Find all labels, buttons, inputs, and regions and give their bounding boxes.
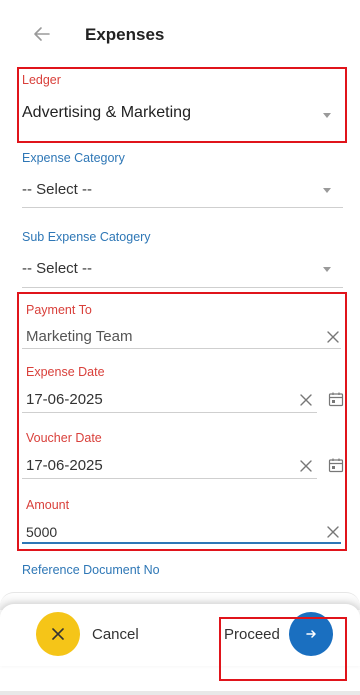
clear-icon[interactable]: [299, 393, 313, 407]
sub-expense-category-value: -- Select --: [22, 260, 93, 277]
proceed-circle: [289, 612, 333, 656]
amount-field[interactable]: Amount 5000: [22, 495, 343, 545]
expense-date-input[interactable]: 17-06-2025: [26, 391, 103, 408]
sub-expense-category-label: Sub Expense Catogery: [22, 230, 151, 244]
chevron-down-icon: [323, 113, 331, 118]
expense-date-label: Expense Date: [26, 365, 105, 379]
ledger-label: Ledger: [22, 73, 61, 87]
clear-icon[interactable]: [299, 459, 313, 473]
expense-date-field[interactable]: Expense Date 17-06-2025: [22, 362, 344, 414]
voucher-date-label: Voucher Date: [26, 431, 102, 445]
field-underline: [22, 348, 341, 349]
payment-to-label: Payment To: [26, 303, 92, 317]
field-underline-focused: [22, 542, 341, 544]
clear-icon[interactable]: [326, 330, 340, 344]
amount-input[interactable]: 5000: [26, 524, 57, 540]
app-header: Expenses: [0, 0, 360, 62]
calendar-icon[interactable]: [328, 457, 344, 473]
action-footer: Cancel Proceed: [0, 604, 360, 666]
field-underline: [22, 412, 317, 413]
calendar-icon[interactable]: [328, 391, 344, 407]
cancel-label: Cancel: [92, 626, 139, 643]
reference-document-field[interactable]: Reference Document No: [22, 560, 343, 584]
amount-label: Amount: [26, 498, 70, 512]
expense-category-dropdown[interactable]: Expense Category -- Select --: [22, 148, 343, 212]
reference-document-label: Reference Document No: [22, 563, 160, 577]
expense-category-label: Expense Category: [22, 151, 125, 165]
proceed-button[interactable]: Proceed: [220, 604, 346, 666]
field-underline: [22, 478, 317, 479]
ledger-value: Advertising & Marketing: [22, 104, 191, 121]
sub-expense-category-dropdown[interactable]: Sub Expense Catogery -- Select --: [22, 227, 343, 291]
field-underline: [22, 207, 343, 208]
clear-icon[interactable]: [326, 525, 340, 539]
cancel-button[interactable]: Cancel: [36, 604, 156, 666]
arrow-right-icon: [306, 630, 316, 638]
proceed-label: Proceed: [224, 626, 280, 643]
cancel-circle: [36, 612, 80, 656]
field-underline: [22, 287, 343, 288]
page-title: Expenses: [85, 25, 165, 44]
bottom-bar: [0, 691, 360, 695]
expense-category-value: -- Select --: [22, 181, 93, 198]
chevron-down-icon: [323, 188, 331, 193]
voucher-date-field[interactable]: Voucher Date 17-06-2025: [22, 428, 344, 480]
chevron-down-icon: [323, 267, 331, 272]
close-icon: [52, 628, 64, 640]
ledger-dropdown[interactable]: Ledger Advertising & Marketing: [22, 70, 343, 140]
payment-to-field[interactable]: Payment To Marketing Team: [22, 300, 343, 350]
payment-to-input[interactable]: Marketing Team: [26, 328, 132, 345]
voucher-date-input[interactable]: 17-06-2025: [26, 457, 103, 474]
back-arrow-icon[interactable]: [30, 22, 54, 46]
